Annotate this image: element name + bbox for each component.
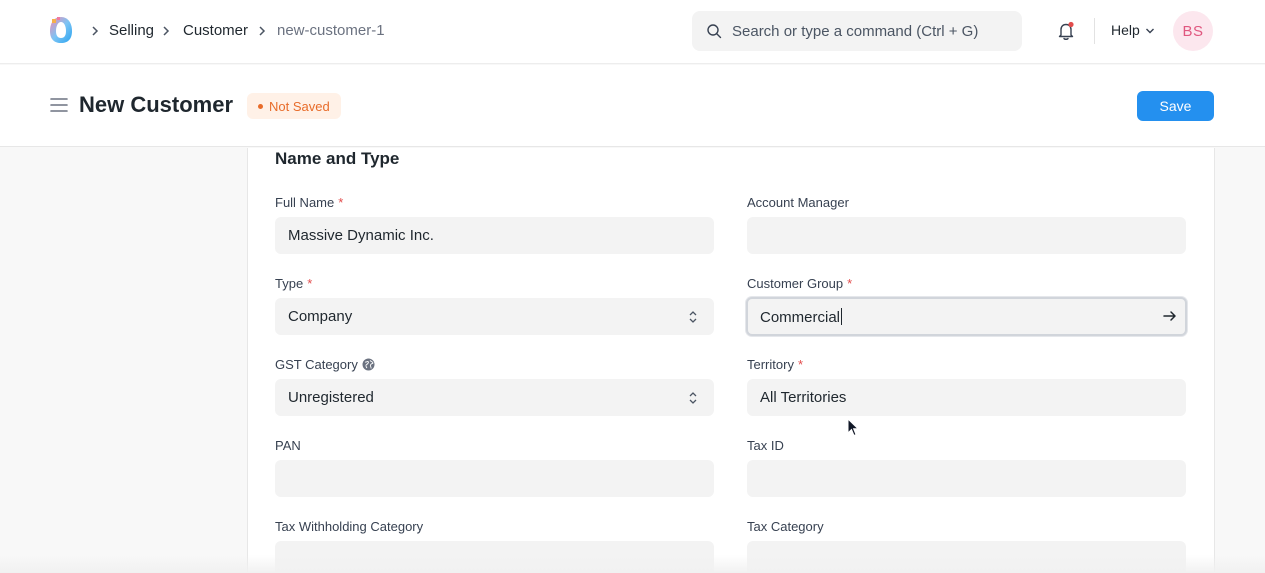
customer-group-field[interactable]: Commercial — [746, 297, 1187, 336]
gst-category-value: Unregistered — [288, 389, 374, 406]
tax-category-label: Tax Category — [747, 519, 824, 534]
account-manager-label: Account Manager — [747, 195, 849, 210]
bell-icon[interactable] — [1055, 20, 1077, 42]
breadcrumb-current[interactable]: new-customer-1 — [277, 22, 385, 39]
gst-category-select[interactable]: Unregistered — [275, 379, 714, 416]
menu-icon[interactable] — [50, 97, 68, 113]
user-avatar[interactable]: BS — [1173, 11, 1213, 51]
globe-icon — [362, 358, 375, 371]
tax-id-field[interactable] — [747, 460, 1186, 497]
page-head: New Customer Not Saved Save — [0, 65, 1265, 147]
select-updown-icon — [689, 392, 697, 404]
help-menu[interactable]: Help — [1111, 22, 1140, 38]
chevron-right-icon — [92, 26, 99, 36]
chevron-down-icon[interactable] — [1145, 27, 1155, 35]
search-input[interactable]: Search or type a command (Ctrl + G) — [732, 23, 978, 40]
mouse-pointer-icon — [847, 418, 859, 437]
chevron-right-icon — [259, 26, 266, 36]
customer-group-label: Customer Group * — [747, 276, 853, 291]
app-logo-icon[interactable] — [46, 15, 76, 45]
status-dot — [258, 104, 263, 109]
full-name-label: Full Name * — [275, 195, 344, 210]
tax-id-label: Tax ID — [747, 438, 784, 453]
breadcrumb-selling[interactable]: Selling — [109, 22, 154, 39]
territory-label: Territory * — [747, 357, 804, 372]
form-card — [247, 148, 1215, 573]
account-manager-field[interactable] — [747, 217, 1186, 254]
breadcrumb-customer[interactable]: Customer — [183, 22, 248, 39]
search-bar[interactable]: Search or type a command (Ctrl + G) — [692, 11, 1022, 51]
full-name-value: Massive Dynamic Inc. — [288, 227, 434, 244]
navbar: Selling Customer new-customer-1 Search o… — [0, 0, 1265, 64]
tax-withholding-category-label: Tax Withholding Category — [275, 519, 424, 534]
territory-field[interactable]: All Territories — [747, 379, 1186, 416]
search-icon — [707, 24, 722, 39]
territory-value: All Territories — [760, 389, 847, 406]
type-label: Type * — [275, 276, 313, 291]
bottom-fade — [0, 555, 1265, 573]
page-title: New Customer — [79, 92, 234, 117]
text-caret — [841, 308, 843, 325]
pan-field[interactable] — [275, 460, 714, 497]
type-value: Company — [288, 308, 353, 325]
select-updown-icon — [689, 311, 697, 323]
gst-category-label: GST Category — [275, 357, 375, 372]
customer-group-value: Commercial — [760, 308, 843, 326]
pan-label: PAN — [275, 438, 301, 453]
section-title: Name and Type — [275, 149, 400, 168]
arrow-right-icon[interactable] — [1163, 310, 1177, 322]
type-select[interactable]: Company — [275, 298, 714, 335]
status-badge: Not Saved — [247, 93, 341, 119]
navbar-divider — [1094, 18, 1095, 44]
full-name-field[interactable]: Massive Dynamic Inc. — [275, 217, 714, 254]
save-button[interactable]: Save — [1137, 91, 1214, 121]
status-badge-label: Not Saved — [269, 98, 330, 114]
chevron-right-icon — [163, 26, 170, 36]
